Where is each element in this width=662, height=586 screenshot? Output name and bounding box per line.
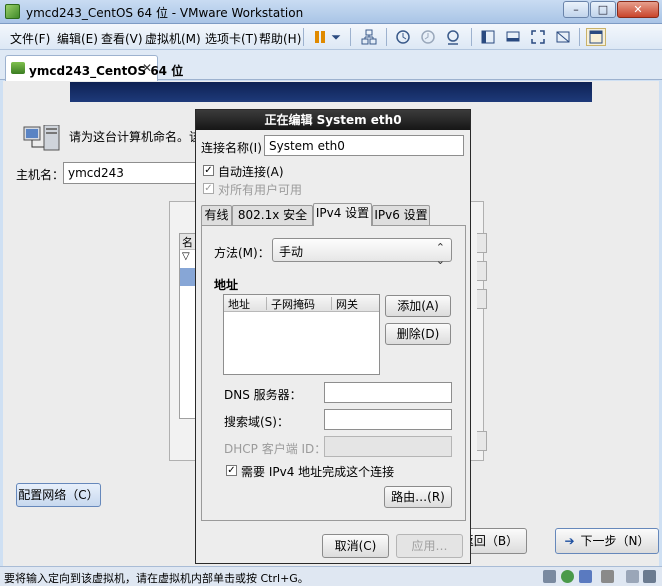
- all-users-label: 对所有用户可用: [218, 183, 303, 197]
- window-titlebar: ymcd243_CentOS 64 位 - VMware Workstation…: [0, 0, 662, 24]
- hdd-icon[interactable]: [543, 570, 556, 583]
- column-address[interactable]: 地址: [228, 296, 250, 312]
- menubar: 文件(F) 编辑(E) 查看(V) 虚拟机(M) 选项卡(T) 帮助(H): [0, 24, 662, 50]
- auto-connect-label: 自动连接(A): [218, 165, 284, 179]
- usb-icon[interactable]: [601, 570, 614, 583]
- vm-tabstrip: ymcd243_CentOS 64 位 ✕: [0, 50, 662, 81]
- hostname-label: 主机名：: [16, 168, 65, 182]
- fullscreen-icon[interactable]: [528, 28, 548, 46]
- panel-button-edge[interactable]: [477, 233, 487, 253]
- status-message: 要将输入定向到该虚拟机，请在虚拟机内部单击或按 Ctrl+G。: [4, 572, 309, 585]
- routes-button[interactable]: 路由…(R): [384, 486, 452, 508]
- close-tab-icon[interactable]: ✕: [142, 61, 152, 75]
- panel-button-edge[interactable]: [477, 289, 487, 309]
- menu-tabs[interactable]: 选项卡(T): [205, 30, 258, 47]
- menu-vm[interactable]: 虚拟机(M): [145, 30, 201, 47]
- address-table[interactable]: 地址 子网掩码 网关: [223, 294, 380, 375]
- message-icon[interactable]: [626, 570, 639, 583]
- snapshot-manager-icon[interactable]: [443, 28, 463, 46]
- sidebar-icon[interactable]: [478, 28, 498, 46]
- vm-icon: [11, 62, 25, 74]
- next-button[interactable]: ➔ 下一步（N）: [555, 528, 659, 554]
- search-domains-label: 搜索域(S)：: [224, 415, 289, 429]
- delete-address-button[interactable]: 删除(D): [385, 323, 451, 345]
- tab-ipv4-settings[interactable]: IPv4 设置: [313, 203, 372, 226]
- configure-network-button[interactable]: 配置网络（C）: [16, 483, 101, 507]
- dhcp-client-id-label: DHCP 客户端 ID：: [224, 442, 327, 456]
- dns-servers-label: DNS 服务器：: [224, 388, 302, 402]
- auto-connect-checkbox[interactable]: ✓: [203, 165, 214, 176]
- method-label: 方法(M)：: [214, 246, 270, 260]
- cancel-button[interactable]: 取消(C): [322, 534, 389, 558]
- method-select[interactable]: 手动 ⌃ ⌄: [272, 238, 452, 267]
- resize-grip-icon: [643, 570, 656, 583]
- tab-8021x-security[interactable]: 802.1x 安全性: [232, 205, 313, 240]
- method-value: 手动: [279, 245, 304, 259]
- statusbar: 要将输入定向到该虚拟机，请在虚拟机内部单击或按 Ctrl+G。: [0, 566, 662, 586]
- search-domains-input[interactable]: [324, 409, 452, 430]
- vm-tab[interactable]: ymcd243_CentOS 64 位 ✕: [5, 55, 183, 81]
- snapshot-revert-icon[interactable]: [418, 28, 438, 46]
- add-address-button[interactable]: 添加(A): [385, 295, 451, 317]
- snapshot-take-icon[interactable]: [393, 28, 413, 46]
- menu-view[interactable]: 查看(V): [101, 30, 143, 47]
- column-netmask[interactable]: 子网掩码: [271, 296, 315, 312]
- network-icon[interactable]: [359, 28, 379, 46]
- connection-name-input[interactable]: [264, 135, 464, 156]
- require-ipv4-checkbox[interactable]: ✓: [226, 465, 237, 476]
- panel-button-edge[interactable]: [477, 261, 487, 281]
- connection-name-label: 连接名称(I): [201, 141, 262, 155]
- computer-network-icon: [23, 125, 60, 151]
- all-users-checkbox[interactable]: ✓: [203, 183, 214, 194]
- menu-help[interactable]: 帮助(H): [259, 30, 301, 47]
- hostname-input[interactable]: [63, 162, 203, 184]
- console-view-icon[interactable]: [503, 28, 523, 46]
- apply-button[interactable]: 应用…: [396, 534, 463, 558]
- library-icon[interactable]: [586, 28, 606, 46]
- dropdown-icon[interactable]: [329, 28, 343, 46]
- select-chevron-icon: ⌃ ⌄: [435, 241, 445, 267]
- tab-ipv6-settings[interactable]: IPv6 设置: [372, 205, 430, 225]
- network-adapter-icon[interactable]: [579, 570, 592, 583]
- dhcp-client-id-input[interactable]: [324, 436, 452, 457]
- edit-connection-dialog: 正在编辑 System eth0 连接名称(I) ✓ 自动连接(A) ✓ 对所有…: [195, 109, 471, 564]
- hostname-prompt: 请为这台计算机命名。该主: [69, 130, 214, 144]
- unity-icon[interactable]: [553, 28, 573, 46]
- require-ipv4-label: 需要 IPv4 地址完成这个连接: [241, 465, 395, 479]
- expand-icon[interactable]: ▽: [182, 251, 190, 262]
- maximize-button[interactable]: □: [590, 1, 616, 18]
- cdrom-icon[interactable]: [561, 570, 574, 583]
- minimize-button[interactable]: –: [563, 1, 589, 18]
- address-section-title: 地址: [214, 278, 239, 292]
- vm-tab-label: ymcd243_CentOS 64 位: [29, 64, 184, 78]
- vmware-app-icon: [5, 4, 20, 19]
- tab-wired[interactable]: 有线: [201, 205, 232, 225]
- installer-banner: [70, 82, 592, 102]
- menu-edit[interactable]: 编辑(E): [57, 30, 98, 47]
- column-gateway[interactable]: 网关: [336, 296, 358, 312]
- dialog-title: 正在编辑 System eth0: [196, 110, 470, 130]
- window-title: ymcd243_CentOS 64 位 - VMware Workstation: [26, 6, 304, 20]
- next-arrow-icon: ➔: [564, 534, 575, 548]
- pause-icon[interactable]: [310, 28, 330, 46]
- close-window-button[interactable]: ✕: [617, 1, 659, 18]
- panel-button-edge[interactable]: [477, 431, 487, 451]
- next-button-label: 下一步（N）: [580, 534, 650, 548]
- dns-servers-input[interactable]: [324, 382, 452, 403]
- menu-file[interactable]: 文件(F): [10, 30, 50, 47]
